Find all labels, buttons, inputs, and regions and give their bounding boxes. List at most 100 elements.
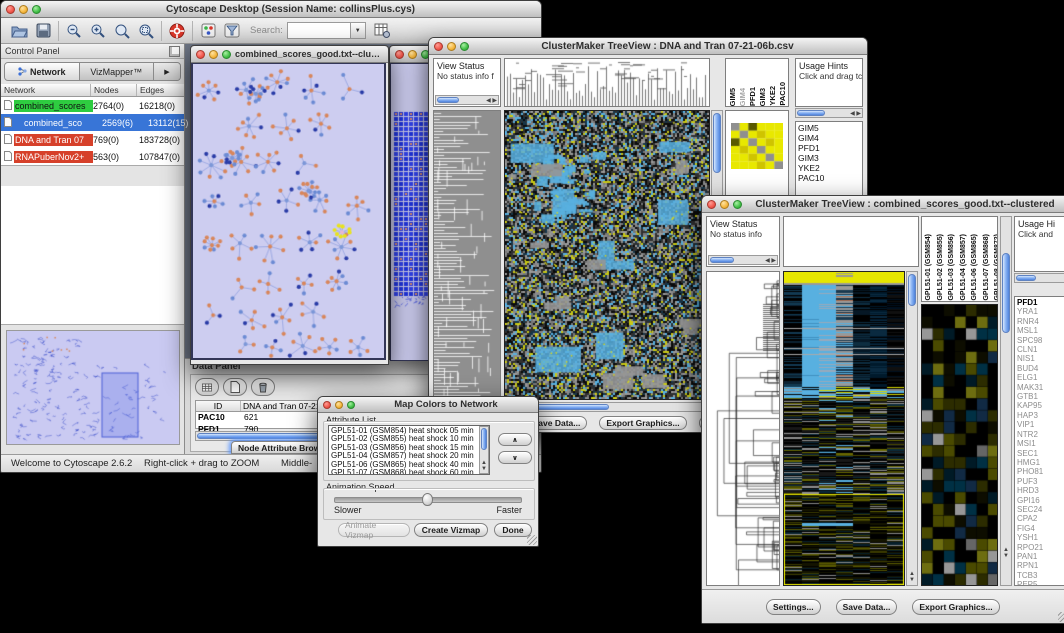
gene-label[interactable]: YKE2 bbox=[798, 163, 860, 173]
treeview-button[interactable]: Export Graphics... bbox=[912, 599, 999, 615]
scroll-thumb[interactable] bbox=[481, 428, 487, 450]
tv2-global-heatmap[interactable] bbox=[783, 271, 905, 586]
gene-label[interactable]: HMG1 bbox=[1017, 458, 1063, 467]
tab-network[interactable]: Network bbox=[5, 63, 80, 80]
network-table-row[interactable]: RNAPuberNov2+ 563(0) 107847(0) bbox=[1, 148, 184, 165]
gene-label[interactable]: BUD4 bbox=[1017, 364, 1063, 373]
tab-vizmapper[interactable]: VizMapper™ bbox=[80, 63, 155, 80]
zoom-fit-icon[interactable] bbox=[110, 20, 134, 42]
scroll-arrows[interactable]: ◀ ▶ bbox=[765, 257, 776, 264]
network-table-row[interactable]: combined_scores 2764(0) 16218(0) bbox=[1, 97, 184, 114]
close-icon[interactable] bbox=[395, 50, 404, 59]
minimize-icon[interactable] bbox=[447, 42, 456, 51]
gene-label[interactable]: PEP5 bbox=[1017, 580, 1063, 586]
move-down-button[interactable]: ∨ bbox=[498, 451, 532, 464]
gene-label[interactable]: SEC24 bbox=[1017, 505, 1063, 514]
gene-label[interactable]: RPN1 bbox=[1017, 561, 1063, 570]
scroll-thumb[interactable] bbox=[713, 113, 721, 173]
filter-icon[interactable] bbox=[220, 20, 244, 42]
gene-label[interactable]: CLN1 bbox=[1017, 345, 1063, 354]
gene-label[interactable]: HRD3 bbox=[1017, 486, 1063, 495]
zoom-window-icon[interactable] bbox=[347, 401, 355, 409]
scroll-thumb[interactable] bbox=[1016, 275, 1036, 281]
close-icon[interactable] bbox=[434, 42, 443, 51]
minimize-icon[interactable] bbox=[209, 50, 218, 59]
gene-label[interactable]: FIG4 bbox=[1017, 524, 1063, 533]
gene-label[interactable]: MSI1 bbox=[1017, 439, 1063, 448]
minimize-icon[interactable] bbox=[19, 5, 28, 14]
gene-label[interactable]: PAN1 bbox=[1017, 552, 1063, 561]
gene-label[interactable]: RNR4 bbox=[1017, 317, 1063, 326]
tv1-mini-heatmap[interactable] bbox=[731, 123, 783, 169]
network-table-row[interactable]: DNA and Tran 07 769(0) 183728(0) bbox=[1, 131, 184, 148]
gene-label[interactable]: KAP95 bbox=[1017, 401, 1063, 410]
gene-label[interactable]: PHO81 bbox=[1017, 467, 1063, 476]
gene-label[interactable]: PFD1 bbox=[798, 143, 860, 153]
delete-attribute-icon[interactable] bbox=[251, 378, 275, 396]
scroll-thumb[interactable] bbox=[437, 97, 459, 103]
treeview-button[interactable]: Save Data... bbox=[836, 599, 898, 615]
tv2-row-dendrogram[interactable] bbox=[706, 271, 780, 586]
attribute-browser-icon[interactable] bbox=[370, 20, 394, 42]
scroll-thumb[interactable] bbox=[797, 110, 825, 116]
float-panel-icon[interactable] bbox=[169, 46, 180, 57]
tv1-usage-scrollbar[interactable]: ◀ ▶ bbox=[795, 108, 863, 118]
new-attribute-icon[interactable] bbox=[223, 378, 247, 396]
help-lifering-icon[interactable] bbox=[165, 20, 189, 42]
network-canvas[interactable] bbox=[191, 63, 386, 360]
tv1-heatmap[interactable] bbox=[504, 110, 710, 400]
scroll-thumb[interactable] bbox=[710, 257, 734, 263]
gene-label[interactable]: CPA2 bbox=[1017, 514, 1063, 523]
zoom-window-icon[interactable] bbox=[733, 200, 742, 209]
tv2-gene-list[interactable]: PFD1YRA1RNR4MSL1SPC98CLN1NIS1BUD4ELG1MAK… bbox=[1014, 296, 1064, 586]
search-dropdown-icon[interactable]: ▼ bbox=[351, 22, 366, 39]
gene-label[interactable]: NIS1 bbox=[1017, 354, 1063, 363]
gene-label[interactable]: TCB3 bbox=[1017, 571, 1063, 580]
gene-label[interactable]: MAK31 bbox=[1017, 383, 1063, 392]
open-file-icon[interactable] bbox=[7, 20, 31, 42]
attribute-item[interactable]: GPL51-07 (GSM868) heat shock 60 min bbox=[331, 469, 487, 475]
slider-thumb[interactable] bbox=[422, 493, 433, 506]
annotation-icon[interactable] bbox=[196, 20, 220, 42]
gene-label[interactable]: PFD1 bbox=[1017, 298, 1063, 307]
main-title-bar[interactable]: Cytoscape Desktop (Session Name: collins… bbox=[1, 1, 541, 18]
minimize-icon[interactable] bbox=[720, 200, 729, 209]
attribute-list-scrollbar[interactable]: ▲▼ bbox=[479, 426, 489, 474]
create-vizmap-button[interactable]: Create Vizmap bbox=[414, 523, 488, 537]
gene-label[interactable]: GIM3 bbox=[798, 153, 860, 163]
search-input[interactable] bbox=[287, 22, 351, 39]
zoom-selected-icon[interactable] bbox=[134, 20, 158, 42]
close-icon[interactable] bbox=[707, 200, 716, 209]
scroll-arrows[interactable]: ▲▼ bbox=[480, 460, 488, 472]
tv1-column-dendrogram[interactable] bbox=[504, 58, 710, 107]
gene-label[interactable]: GTB1 bbox=[1017, 392, 1063, 401]
close-icon[interactable] bbox=[6, 5, 15, 14]
tv2-global-vscrollbar[interactable]: ▲▼ bbox=[906, 271, 918, 586]
gene-label[interactable]: SEC1 bbox=[1017, 449, 1063, 458]
tv2-zoom-heatmap[interactable] bbox=[921, 304, 998, 586]
scroll-arrows[interactable]: ◀ ▶ bbox=[850, 110, 861, 117]
gene-label[interactable]: GIM4 bbox=[798, 133, 860, 143]
treeview-button[interactable]: Export Graphics... bbox=[599, 416, 686, 430]
birdseye-view[interactable] bbox=[6, 330, 180, 445]
gene-label[interactable]: GIM5 bbox=[798, 123, 860, 133]
scroll-arrows[interactable]: ▲▼ bbox=[907, 571, 917, 583]
scroll-arrows[interactable]: ▲▼ bbox=[1001, 547, 1011, 559]
close-icon[interactable] bbox=[196, 50, 205, 59]
speed-slider[interactable] bbox=[334, 497, 522, 503]
gene-label[interactable]: MSL1 bbox=[1017, 326, 1063, 335]
birdseye-canvas[interactable] bbox=[7, 331, 179, 444]
gene-label[interactable]: ELG1 bbox=[1017, 373, 1063, 382]
close-icon[interactable] bbox=[323, 401, 331, 409]
scroll-thumb[interactable] bbox=[1002, 253, 1010, 333]
scroll-thumb[interactable] bbox=[535, 404, 609, 410]
gene-label[interactable]: PUF3 bbox=[1017, 477, 1063, 486]
window-controls[interactable] bbox=[6, 5, 41, 14]
tv1-row-dendrogram[interactable] bbox=[433, 110, 501, 400]
data-table-icon[interactable] bbox=[195, 378, 219, 396]
resize-grip[interactable] bbox=[1058, 612, 1064, 622]
gene-label[interactable]: VIP1 bbox=[1017, 420, 1063, 429]
animate-vizmap-button[interactable]: Animate Vizmap bbox=[338, 523, 410, 537]
tv2-usage-scrollbar[interactable] bbox=[1014, 273, 1064, 283]
gene-label[interactable]: YRA1 bbox=[1017, 307, 1063, 316]
